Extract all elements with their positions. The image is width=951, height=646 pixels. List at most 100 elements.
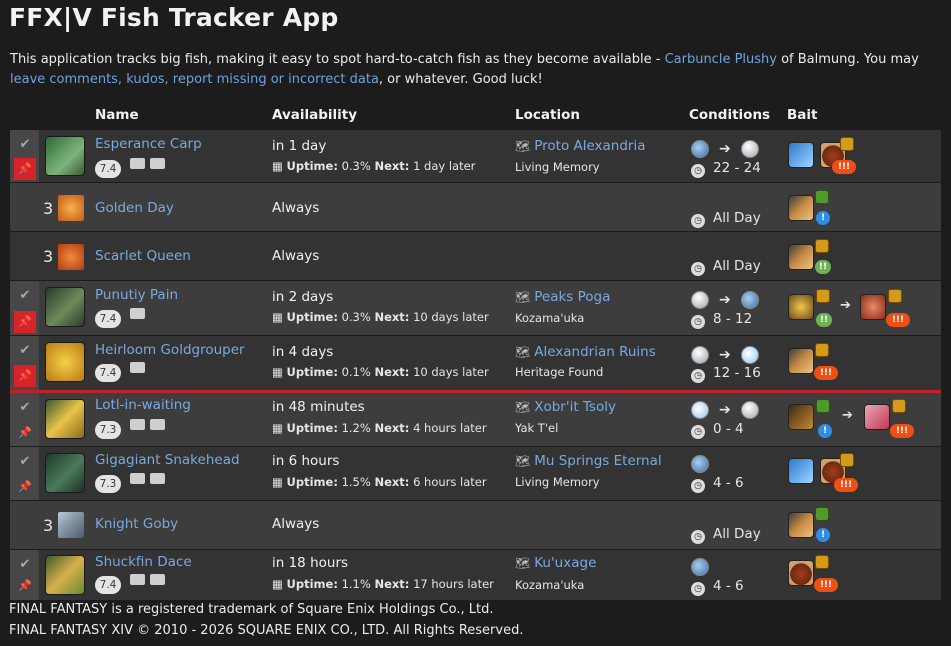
fish-image-shuckfin-dace[interactable] xyxy=(45,555,85,595)
pin-icon[interactable]: 📌 xyxy=(14,476,36,498)
calendar-icon: ▦ xyxy=(272,475,283,489)
table-row: ✔ 📌 Gigagiant Snakehead 7.3 in 6 hours ▦… xyxy=(10,447,941,501)
cloud-weather-icon xyxy=(740,139,759,158)
fish-name[interactable]: Golden Day xyxy=(95,200,174,216)
check-icon[interactable]: ✔ xyxy=(14,134,36,156)
fish-name[interactable]: Shuckfin Dace xyxy=(95,554,192,570)
bait-lure-icon[interactable] xyxy=(788,142,814,168)
time-window: ◷ All Day xyxy=(691,526,761,544)
author-link[interactable]: Carbuncle Plushy xyxy=(665,52,777,67)
pin-icon[interactable]: 📌 xyxy=(14,575,36,597)
location-link[interactable]: 🗺 Mu Springs Eternal xyxy=(515,453,662,469)
check-icon[interactable]: ✔ xyxy=(14,397,36,419)
fish-name[interactable]: Heirloom Goldgrouper xyxy=(95,342,245,358)
time-window: ◷ 4 - 6 xyxy=(691,475,744,493)
check-icon[interactable]: ✔ xyxy=(14,285,36,307)
fish-image-punutiy-pain[interactable] xyxy=(45,287,85,327)
fish-image-esperance-carp[interactable] xyxy=(45,136,85,176)
check-icon[interactable]: ✔ xyxy=(14,340,36,362)
bait-lure-icon[interactable] xyxy=(788,458,814,484)
fish-name[interactable]: Scarlet Queen xyxy=(95,248,191,264)
column-location[interactable]: Location xyxy=(515,107,580,123)
list-icon[interactable] xyxy=(130,473,145,484)
pin-icon[interactable]: 📌 xyxy=(14,158,36,180)
location-link[interactable]: 🗺 Ku'uxage xyxy=(515,555,596,571)
arrow-right-icon: ➔ xyxy=(719,346,731,363)
patch-badge: 7.4 xyxy=(95,160,121,178)
fish-image-lotl-in-waiting[interactable] xyxy=(45,399,85,439)
weather-conditions xyxy=(691,556,709,576)
fish-image-knight-goby[interactable] xyxy=(58,512,84,538)
availability: Always xyxy=(272,248,320,264)
fish-name[interactable]: Lotl-in-waiting xyxy=(95,397,191,413)
rain-weather-icon xyxy=(691,139,709,158)
pin-icon[interactable]: 📌 xyxy=(14,422,36,444)
video-icon[interactable] xyxy=(150,473,165,484)
availability: in 2 days xyxy=(272,289,334,305)
check-icon[interactable]: ✔ xyxy=(14,554,36,576)
column-conditions[interactable]: Conditions xyxy=(689,107,770,123)
bait-mooch-fish-icon[interactable] xyxy=(864,404,890,430)
bait-bug-icon[interactable] xyxy=(788,294,814,320)
hook-icon xyxy=(815,555,829,569)
bait-mooch-fish-icon[interactable] xyxy=(860,294,886,320)
fish-image-golden-day[interactable] xyxy=(58,195,84,221)
fish-image-gigagiant-snakehead[interactable] xyxy=(45,453,85,493)
time-window: ◷ 8 - 12 xyxy=(691,311,752,329)
uptime-info: ▦ Uptime: 0.3% Next: 10 days later xyxy=(272,310,489,324)
bait-spoon-icon[interactable] xyxy=(788,512,814,538)
bait-bowl-icon[interactable] xyxy=(788,560,814,586)
fish-name[interactable]: Gigagiant Snakehead xyxy=(95,452,240,468)
fish-count: 3 xyxy=(43,516,54,535)
light-tug-badge: ! xyxy=(816,528,830,542)
pin-icon[interactable]: 📌 xyxy=(14,365,36,387)
clock-icon: ◷ xyxy=(691,425,705,439)
bait-spoon-icon[interactable] xyxy=(788,348,814,374)
clear-weather-icon xyxy=(740,345,759,364)
list-icon[interactable] xyxy=(130,308,145,319)
fish-name[interactable]: Esperance Carp xyxy=(95,136,202,152)
rain-weather-icon xyxy=(691,454,709,473)
location-link[interactable]: 🗺 Peaks Poga xyxy=(515,289,610,305)
pin-icon[interactable]: 📌 xyxy=(14,311,36,333)
fish-name[interactable]: Knight Goby xyxy=(95,516,178,532)
video-icon[interactable] xyxy=(150,574,165,585)
uptime-info: ▦ Uptime: 0.3% Next: 1 day later xyxy=(272,159,476,173)
video-icon[interactable] xyxy=(150,419,165,430)
location-link[interactable]: 🗺 Proto Alexandria xyxy=(515,138,646,154)
location-link[interactable]: 🗺 Xobr'it Tsoly xyxy=(515,399,616,415)
availability: in 6 hours xyxy=(272,453,340,469)
availability: Always xyxy=(272,200,320,216)
column-availability[interactable]: Availability xyxy=(272,107,357,123)
column-name[interactable]: Name xyxy=(95,107,139,123)
video-icon[interactable] xyxy=(150,158,165,169)
calendar-icon: ▦ xyxy=(272,159,283,173)
bait-spoon-icon[interactable] xyxy=(788,195,814,221)
hook-icon xyxy=(815,343,829,357)
calendar-icon: ▦ xyxy=(272,421,283,435)
check-icon[interactable]: ✔ xyxy=(14,451,36,473)
list-icon[interactable] xyxy=(130,419,145,430)
time-window: ◷ All Day xyxy=(691,258,761,276)
map-icon: 🗺 xyxy=(515,139,531,153)
availability: in 18 hours xyxy=(272,555,349,571)
location-link[interactable]: 🗺 Alexandrian Ruins xyxy=(515,344,656,360)
list-icon[interactable] xyxy=(130,574,145,585)
table-row: ✔ 📌 Lotl-in-waiting 7.3 in 48 minutes ▦ … xyxy=(10,393,941,447)
hook-icon xyxy=(815,507,829,521)
footer-trademark: FINAL FANTASY is a registered trademark … xyxy=(9,602,494,617)
sublocation: Living Memory xyxy=(515,160,600,174)
fish-name[interactable]: Punutiy Pain xyxy=(95,287,178,303)
bait-larva-icon[interactable] xyxy=(788,404,814,430)
bait-spoon-icon[interactable] xyxy=(788,244,814,270)
row-controls: ✔ 📌 xyxy=(10,447,39,501)
fish-image-heirloom-goldgrouper[interactable] xyxy=(45,342,85,382)
fish-count: 3 xyxy=(43,199,54,218)
feedback-link[interactable]: leave comments, kudos, report missing or… xyxy=(10,72,379,87)
fish-image-scarlet-queen[interactable] xyxy=(58,244,84,270)
list-icon[interactable] xyxy=(130,362,145,373)
list-icon[interactable] xyxy=(130,158,145,169)
column-bait[interactable]: Bait xyxy=(787,107,817,123)
calendar-icon: ▦ xyxy=(272,365,283,379)
table-header: Name Availability Location Conditions Ba… xyxy=(0,107,951,127)
